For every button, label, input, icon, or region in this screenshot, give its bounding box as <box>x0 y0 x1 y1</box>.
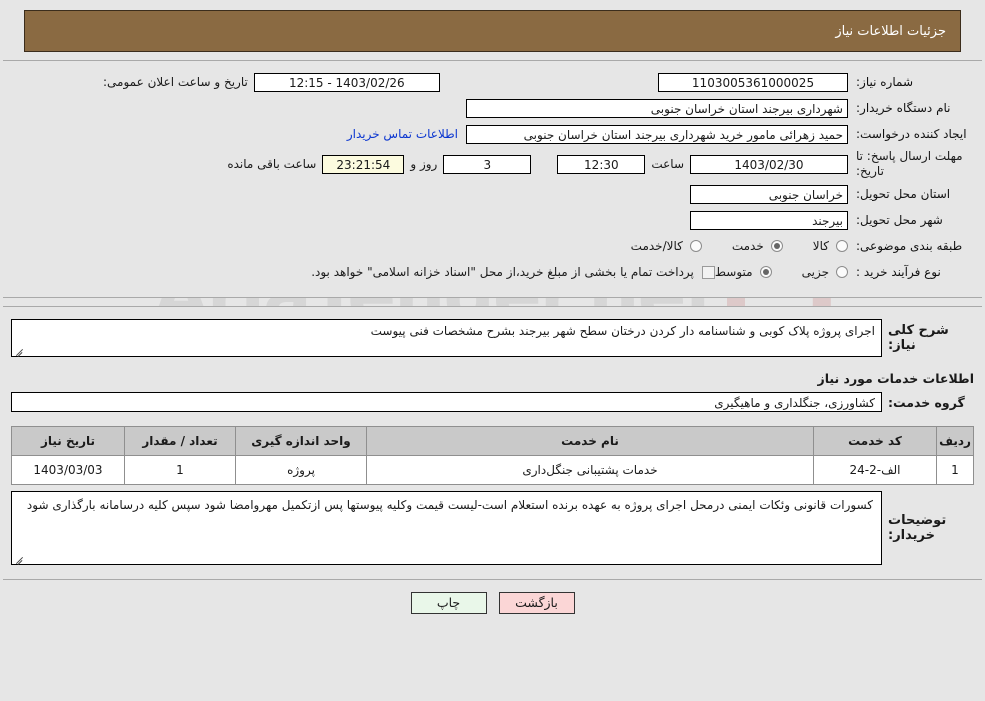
treasury-bond-checkbox[interactable] <box>701 265 715 279</box>
countdown-timer-label: ساعت باقی مانده <box>227 157 317 171</box>
row-delivery-city: شهر محل تحویل: بیرجند <box>3 209 982 231</box>
row-subject-category: طبقه بندی موضوعی: کالا خدمت کالا/خدمت <box>3 235 982 257</box>
col-header-radif: ردیف <box>936 426 974 456</box>
resize-grip-icon[interactable] <box>14 345 24 355</box>
row-response-deadline: مهلت ارسال پاسخ: تا تاریخ: 1403/02/30 سا… <box>3 149 982 179</box>
process-label: نوع فرآیند خرید : <box>856 264 941 279</box>
process-radio-group: جزیی متوسط <box>715 265 848 279</box>
service-group-value: کشاورزی، جنگلداری و ماهیگیری <box>11 392 882 412</box>
buyer-notes-label: توضیحات خریدار: <box>888 513 947 543</box>
page-header: جزئیات اطلاعات نیاز <box>24 10 961 52</box>
need-number-label: شماره نیاز: <box>856 74 913 89</box>
description-label: شرح کلی نیاز: <box>888 323 949 353</box>
buyer-org-value: شهرداری بیرجند استان خراسان جنوبی <box>466 98 848 118</box>
table-row: 1 الف-2-24 خدمات پشتیبانی جنگل‌داری پروژ… <box>11 455 974 485</box>
category-label-khedmat: خدمت <box>731 239 764 253</box>
buyer-contact-link[interactable]: اطلاعات تماس خریدار <box>339 127 466 141</box>
process-radio-motavasset[interactable] <box>759 266 772 278</box>
row-delivery-province: استان محل تحویل: خراسان جنوبی <box>3 183 982 205</box>
col-header-quantity: تعداد / مقدار <box>124 426 236 456</box>
remaining-days-label: روز و <box>410 157 438 171</box>
buyer-notes-value: کسورات قانونی وئکات ایمنی درمحل اجرای پر… <box>26 498 873 512</box>
buyer-org-label: نام دستگاه خریدار: <box>856 100 951 115</box>
footer-actions: بازگشت چاپ <box>0 580 985 614</box>
cell-radif: 1 <box>936 455 974 485</box>
cell-service-name: خدمات پشتیبانی جنگل‌داری <box>366 455 814 485</box>
cell-service-code: الف-2-24 <box>813 455 937 485</box>
details-panel: شرح کلی نیاز: اجرای پروژه پلاک کوبی و شن… <box>3 306 982 580</box>
row-need-number: شماره نیاز: 1103005361000025 1403/02/26 … <box>3 71 982 93</box>
category-radio-group: کالا خدمت کالا/خدمت <box>631 239 848 253</box>
row-buyer-org: نام دستگاه خریدار: شهرداری بیرجند استان … <box>3 97 982 119</box>
service-group-label: گروه خدمت: <box>888 394 965 410</box>
page-title: جزئیات اطلاعات نیاز <box>835 23 946 39</box>
deadline-date-value: 1403/02/30 <box>690 154 848 174</box>
print-button[interactable]: چاپ <box>410 592 487 614</box>
city-label: شهر محل تحویل: <box>856 212 943 227</box>
treasury-bond-label: پرداخت تمام یا بخشی از مبلغ خرید،از محل … <box>311 265 694 279</box>
city-value: بیرجند <box>690 210 848 230</box>
cell-need-date: 1403/03/03 <box>11 455 125 485</box>
buyer-notes-textarea[interactable]: کسورات قانونی وئکات ایمنی درمحل اجرای پر… <box>11 491 882 565</box>
province-label: استان محل تحویل: <box>856 186 951 201</box>
services-table: ردیف کد خدمت نام خدمت واحد اندازه گیری ت… <box>11 426 974 485</box>
description-value: اجرای پروژه پلاک کوبی و شناسنامه دار کرد… <box>370 324 875 338</box>
category-label-kala-khedmat: کالا/خدمت <box>630 239 683 253</box>
cell-unit: پروژه <box>235 455 367 485</box>
creator-value: حمید زهرائی مامور خرید شهرداری بیرجند اس… <box>466 124 848 144</box>
process-label-jozee: جزیی <box>801 265 829 279</box>
row-service-group: گروه خدمت: کشاورزی، جنگلداری و ماهیگیری <box>3 392 982 412</box>
province-value: خراسان جنوبی <box>690 184 848 204</box>
resize-grip-icon[interactable] <box>14 553 24 563</box>
category-radio-kala[interactable] <box>836 240 848 252</box>
creator-label: ایجاد کننده درخواست: <box>856 126 967 141</box>
col-header-service-code: کد خدمت <box>813 426 937 456</box>
process-radio-jozee[interactable] <box>836 266 848 278</box>
deadline-time-value: 12:30 <box>557 154 646 174</box>
row-general-description: شرح کلی نیاز: اجرای پروژه پلاک کوبی و شن… <box>3 319 982 357</box>
need-number-value: 1103005361000025 <box>658 72 848 92</box>
services-section-heading: اطلاعات خدمات مورد نیاز <box>817 371 975 386</box>
description-textarea[interactable]: اجرای پروژه پلاک کوبی و شناسنامه دار کرد… <box>11 319 882 357</box>
category-radio-kala-khedmat[interactable] <box>689 240 702 252</box>
announce-datetime-value: 1403/02/26 - 12:15 <box>253 72 440 92</box>
category-label-kala: کالا <box>812 239 829 253</box>
col-header-unit: واحد اندازه گیری <box>235 426 367 456</box>
row-purchase-process: نوع فرآیند خرید : جزیی متوسط پرداخت تمام… <box>3 261 982 283</box>
col-header-service-name: نام خدمت <box>366 426 814 456</box>
deadline-label: مهلت ارسال پاسخ: تا تاریخ: <box>856 149 963 178</box>
table-header-row: ردیف کد خدمت نام خدمت واحد اندازه گیری ت… <box>11 426 974 456</box>
process-label-motavasset: متوسط <box>714 265 753 279</box>
category-radio-khedmat[interactable] <box>770 240 783 252</box>
back-button[interactable]: بازگشت <box>498 592 575 614</box>
deadline-hour-label: ساعت <box>651 157 684 171</box>
need-info-panel: شماره نیاز: 1103005361000025 1403/02/26 … <box>3 60 982 298</box>
remaining-days-value: 3 <box>443 154 532 174</box>
countdown-timer-value: 23:21:54 <box>322 154 405 174</box>
announce-datetime-label: تاریخ و ساعت اعلان عمومی: <box>103 75 248 89</box>
col-header-need-date: تاریخ نیاز <box>11 426 125 456</box>
cell-quantity: 1 <box>124 455 236 485</box>
category-label: طبقه بندی موضوعی: <box>856 238 963 253</box>
services-table-wrapper: ردیف کد خدمت نام خدمت واحد اندازه گیری ت… <box>3 412 982 485</box>
row-buyer-notes: توضیحات خریدار: کسورات قانونی وئکات ایمن… <box>3 485 982 565</box>
row-request-creator: ایجاد کننده درخواست: حمید زهرائی مامور خ… <box>3 123 982 145</box>
